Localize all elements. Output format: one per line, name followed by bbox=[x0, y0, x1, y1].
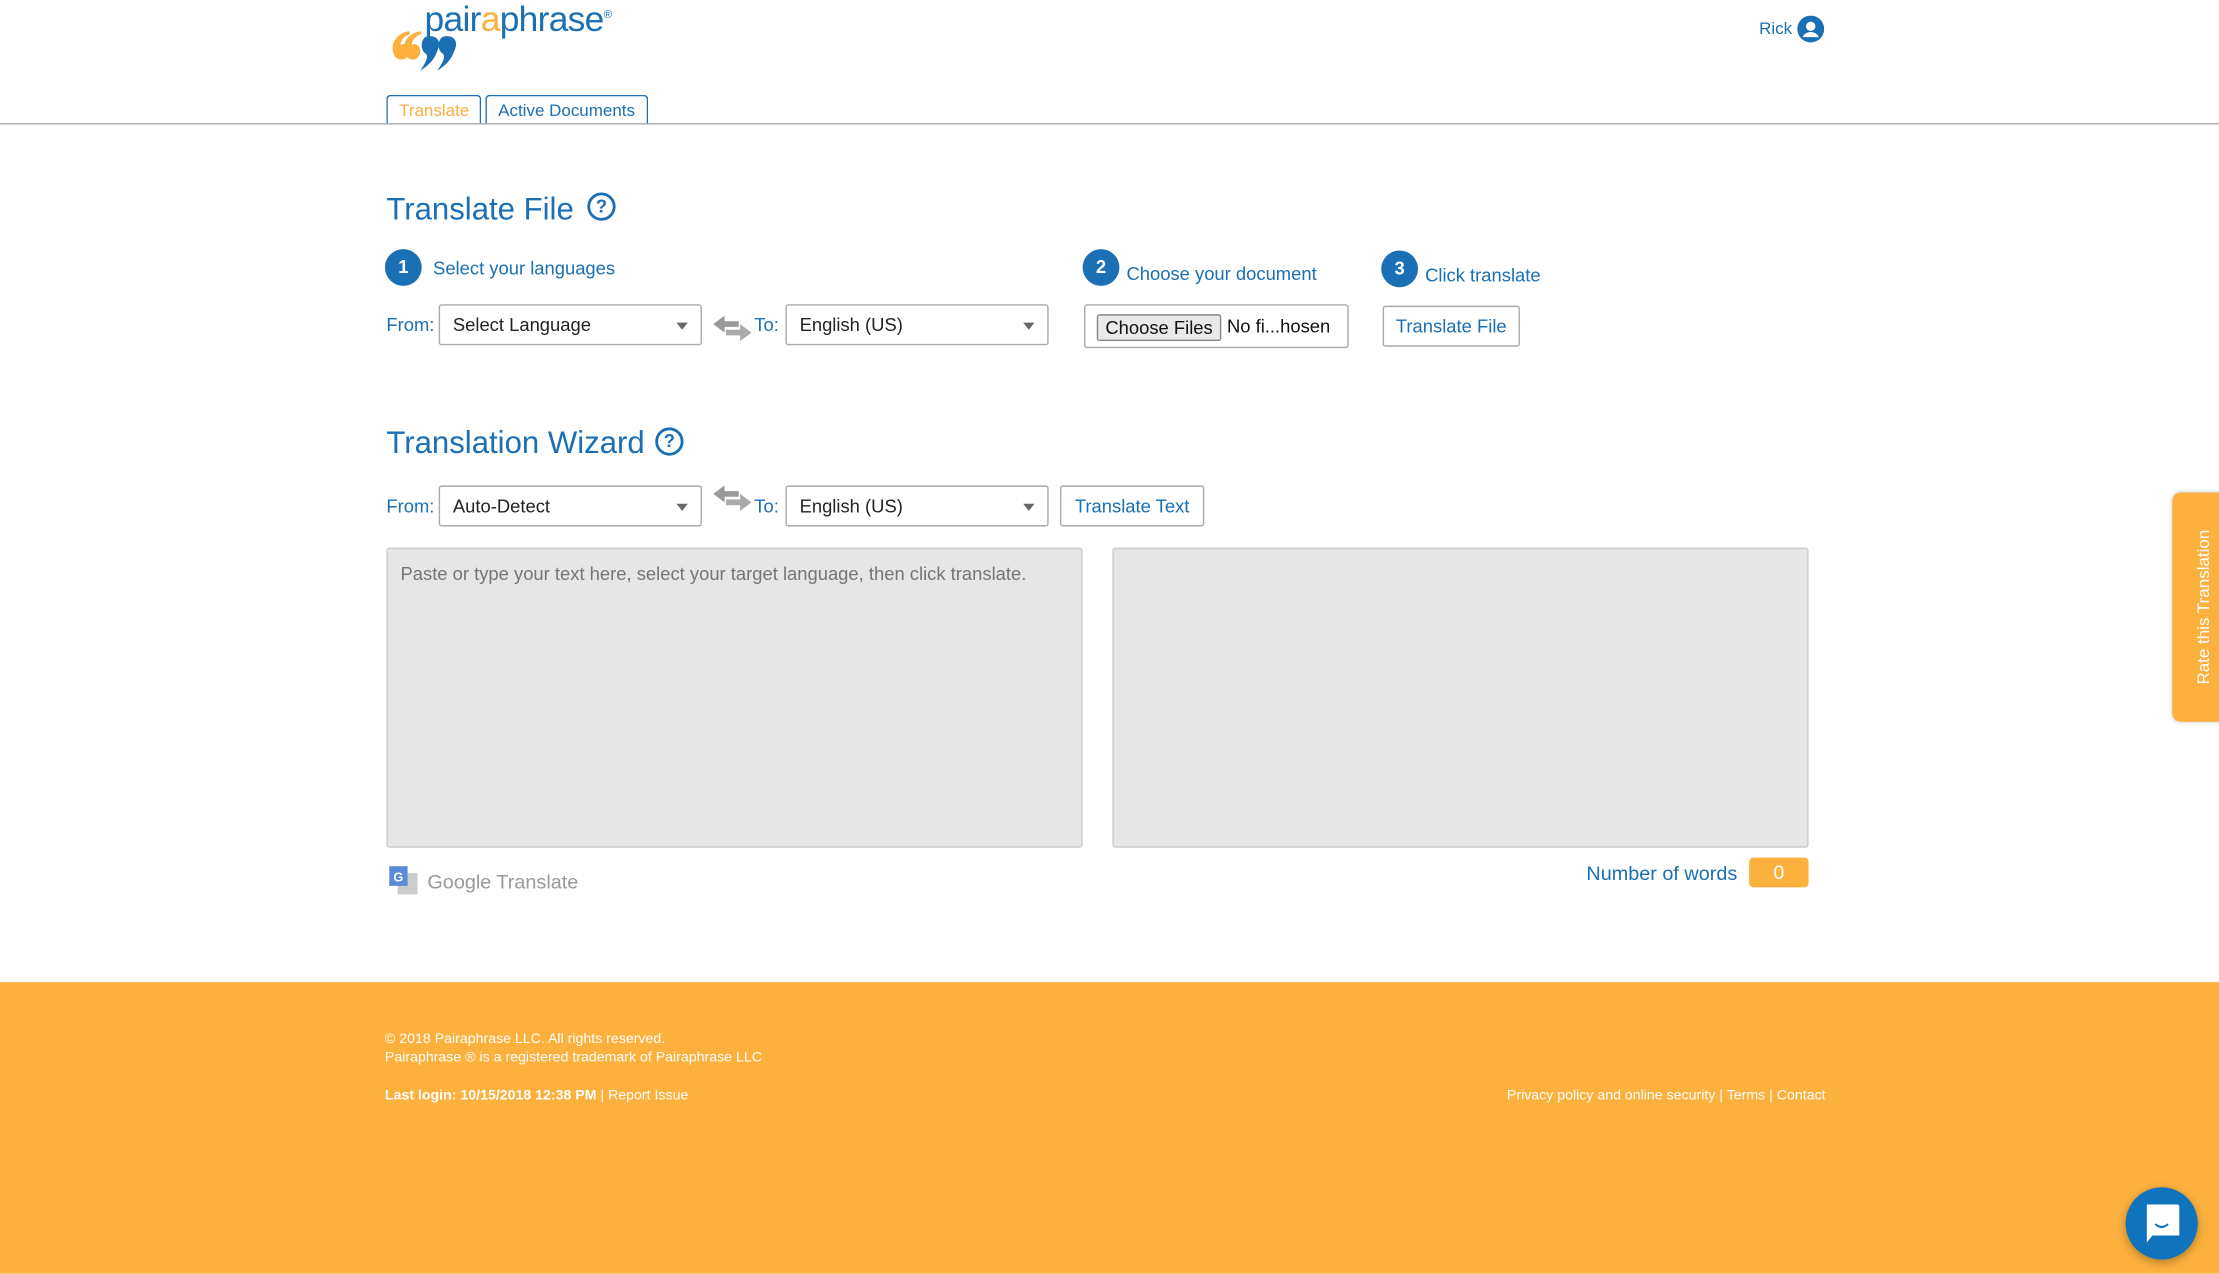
to-label: To: bbox=[754, 495, 779, 517]
copyright: © 2018 Pairaphrase LLC. All rights reser… bbox=[384, 1031, 666, 1048]
selected-value: Auto-Detect bbox=[452, 495, 551, 517]
user-menu[interactable]: Rick bbox=[1759, 14, 1825, 42]
step-3-badge: 3 bbox=[1381, 250, 1419, 288]
word-count-label: Number of words bbox=[1586, 861, 1738, 885]
translation-wizard-title: Translation Wizard bbox=[386, 424, 645, 460]
translate-text-button[interactable]: Translate Text bbox=[1059, 485, 1205, 527]
wizard-from-language-select[interactable]: Auto-Detect bbox=[438, 485, 702, 527]
swap-languages-icon[interactable] bbox=[713, 485, 752, 511]
caret-down-icon bbox=[676, 503, 688, 511]
report-issue-link[interactable]: Report Issue bbox=[608, 1088, 688, 1104]
translate-file-title: Translate File bbox=[386, 191, 574, 227]
google-translate-icon: G bbox=[389, 866, 418, 895]
svg-text:G: G bbox=[393, 870, 403, 885]
privacy-link[interactable]: Privacy policy and online security bbox=[1507, 1088, 1715, 1104]
from-label: From: bbox=[386, 314, 435, 336]
rate-translation-tab[interactable]: Rate this Translation bbox=[2172, 492, 2219, 722]
tab-translate[interactable]: Translate bbox=[386, 94, 482, 125]
choose-files-button[interactable]: Choose Files bbox=[1096, 314, 1222, 342]
step-3-label: Click translate bbox=[1425, 264, 1541, 286]
help-icon[interactable]: ? bbox=[587, 192, 616, 221]
wizard-to-language-select[interactable]: English (US) bbox=[785, 485, 1049, 527]
tab-active-documents[interactable]: Active Documents bbox=[485, 94, 649, 125]
logo-wordmark: pairaphrase® bbox=[424, 0, 613, 40]
selected-value: Select Language bbox=[452, 314, 591, 336]
selected-value: English (US) bbox=[799, 314, 903, 336]
tab-divider bbox=[0, 123, 2219, 125]
help-icon[interactable]: ? bbox=[655, 427, 684, 456]
from-label: From: bbox=[386, 495, 435, 517]
caret-down-icon bbox=[1023, 322, 1035, 330]
google-translate-attribution: G Google Translate bbox=[389, 866, 578, 896]
separator: | bbox=[1769, 1088, 1773, 1104]
translate-file-button[interactable]: Translate File bbox=[1382, 305, 1520, 347]
step-2-label: Choose your document bbox=[1126, 263, 1317, 285]
source-text-input[interactable] bbox=[386, 547, 1083, 848]
footer: © 2018 Pairaphrase LLC. All rights reser… bbox=[0, 982, 2219, 1274]
terms-link[interactable]: Terms bbox=[1727, 1088, 1766, 1104]
chat-button[interactable] bbox=[2125, 1187, 2198, 1260]
to-label: To: bbox=[754, 314, 779, 336]
contact-link[interactable]: Contact bbox=[1777, 1088, 1826, 1104]
file-from-language-select[interactable]: Select Language bbox=[438, 304, 702, 346]
file-to-language-select[interactable]: English (US) bbox=[785, 304, 1049, 346]
step-1-badge: 1 bbox=[384, 249, 422, 286]
trademark: Pairaphrase ® is a registered trademark … bbox=[384, 1050, 762, 1066]
file-status: No fi...hosen bbox=[1226, 315, 1331, 337]
caret-down-icon bbox=[1023, 503, 1035, 511]
translated-text-output bbox=[1112, 547, 1809, 848]
file-input[interactable]: Choose Files No fi...hosen bbox=[1084, 304, 1349, 349]
logo[interactable]: pairaphrase® bbox=[389, 0, 612, 74]
google-translate-label: Google Translate bbox=[427, 869, 579, 893]
separator: | bbox=[600, 1088, 605, 1104]
user-name: Rick bbox=[1759, 18, 1793, 39]
separator: | bbox=[1719, 1088, 1724, 1104]
swap-languages-icon[interactable] bbox=[713, 315, 752, 342]
user-circle-icon bbox=[1797, 14, 1825, 42]
caret-down-icon bbox=[676, 322, 688, 330]
chat-icon bbox=[2146, 1204, 2180, 1243]
step-2-badge: 2 bbox=[1082, 249, 1120, 286]
selected-value: English (US) bbox=[799, 495, 903, 517]
step-1-label: Select your languages bbox=[433, 257, 616, 279]
last-login: Last login: 10/15/2018 12:38 PM bbox=[384, 1088, 597, 1104]
rate-translation-label: Rate this Translation bbox=[2193, 529, 2214, 685]
word-count-badge: 0 bbox=[1749, 857, 1809, 888]
